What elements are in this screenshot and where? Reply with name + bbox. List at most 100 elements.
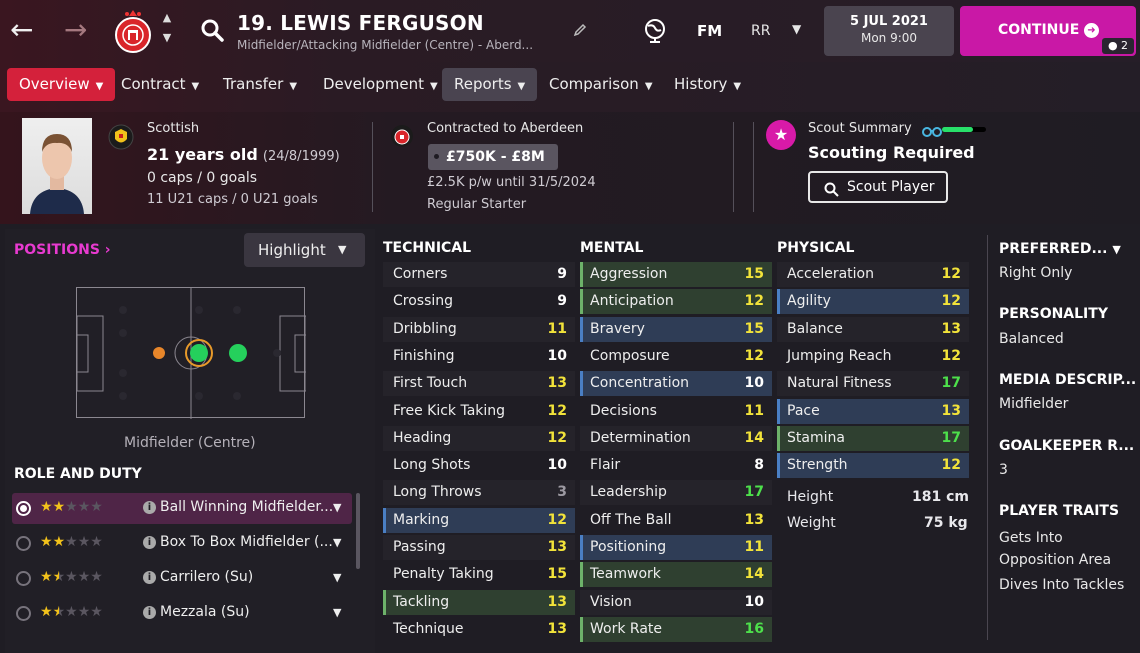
- info-icon[interactable]: i: [143, 606, 156, 619]
- attribute-label: Bravery: [590, 321, 645, 337]
- attribute-row[interactable]: Crossing 9: [383, 289, 575, 314]
- role-row[interactable]: ★★★★★ i Ball Winning Midfielder... ▼: [12, 493, 352, 524]
- highlight-dropdown[interactable]: Highlight ▼: [244, 233, 365, 267]
- attribute-row[interactable]: Jumping Reach 12: [777, 344, 969, 369]
- info-icon[interactable]: i: [143, 536, 156, 549]
- continue-arrow-icon: ➜: [1084, 23, 1099, 38]
- attribute-row[interactable]: Corners 9: [383, 262, 575, 287]
- continue-button[interactable]: CONTINUE ➜ ● 2: [960, 6, 1136, 56]
- attribute-row[interactable]: Marking 12: [383, 508, 575, 533]
- player-subtitle: Midfielder/Attacking Midfielder (Centre)…: [237, 38, 534, 52]
- role-radio[interactable]: [16, 536, 31, 551]
- attribute-row[interactable]: Balance 13: [777, 317, 969, 342]
- player-down-icon[interactable]: ▼: [160, 32, 174, 44]
- chevron-down-icon: ▼: [429, 81, 438, 92]
- tab-transfer[interactable]: Transfer ▼: [211, 68, 309, 101]
- chevron-down-icon[interactable]: ▼: [333, 501, 341, 514]
- attribute-row[interactable]: Strength 12: [777, 453, 969, 478]
- chevron-down-icon[interactable]: ▼: [792, 22, 801, 36]
- attribute-row[interactable]: Long Throws 3: [383, 480, 575, 505]
- attribute-row[interactable]: Passing 13: [383, 535, 575, 560]
- tab-overview[interactable]: Overview ▼: [7, 68, 116, 101]
- tab-comparison[interactable]: Comparison ▼: [537, 68, 665, 101]
- chevron-down-icon[interactable]: ▼: [333, 606, 341, 619]
- attribute-row[interactable]: Tackling 13: [383, 590, 575, 615]
- info-icon[interactable]: i: [143, 571, 156, 584]
- attribute-row[interactable]: Concentration 10: [580, 371, 772, 396]
- info-icon[interactable]: i: [143, 501, 156, 514]
- attribute-row[interactable]: Long Shots 10: [383, 453, 575, 478]
- role-row[interactable]: ★★★★★ i Mezzala (Su) ▼: [12, 598, 352, 629]
- attribute-value: 10: [744, 375, 764, 391]
- attribute-value: 13: [547, 539, 567, 555]
- tab-contract[interactable]: Contract ▼: [109, 68, 211, 101]
- caps: 0 caps / 0 goals: [147, 170, 258, 186]
- attribute-value: 13: [744, 512, 764, 528]
- edit-pencil-icon[interactable]: [572, 22, 588, 38]
- star-icon: ★: [90, 499, 103, 515]
- star-icon: ★: [77, 534, 91, 550]
- rr-button[interactable]: RR: [751, 23, 770, 39]
- player-up-icon[interactable]: ▲: [160, 12, 174, 24]
- globe-icon[interactable]: [643, 18, 667, 44]
- forward-arrow-icon[interactable]: →: [64, 16, 87, 44]
- positions-title[interactable]: POSITIONS ›: [14, 242, 111, 258]
- back-arrow-icon[interactable]: ←: [10, 16, 33, 44]
- attribute-row[interactable]: Composure 12: [580, 344, 772, 369]
- attribute-row[interactable]: Dribbling 11: [383, 317, 575, 342]
- chevron-down-icon: ▼: [95, 81, 104, 92]
- attribute-row[interactable]: Decisions 11: [580, 399, 772, 424]
- attribute-row[interactable]: Positioning 11: [580, 535, 772, 560]
- attribute-row[interactable]: Bravery 15: [580, 317, 772, 342]
- attribute-row[interactable]: Heading 12: [383, 426, 575, 451]
- attribute-row[interactable]: Off The Ball 13: [580, 508, 772, 533]
- scotland-flag-icon: [108, 124, 134, 154]
- date-box[interactable]: 5 JUL 2021 Mon 9:00: [824, 6, 954, 56]
- role-radio[interactable]: [16, 501, 31, 516]
- chevron-down-icon: ▼: [733, 81, 742, 92]
- attribute-row[interactable]: Free Kick Taking 12: [383, 399, 575, 424]
- attribute-value: 14: [744, 566, 764, 582]
- tab-reports[interactable]: Reports ▼: [442, 68, 538, 101]
- attribute-row[interactable]: Aggression 15: [580, 262, 772, 287]
- role-row[interactable]: ★★★★★ i Box To Box Midfielder (... ▼: [12, 528, 352, 559]
- role-radio[interactable]: [16, 571, 31, 586]
- attribute-row[interactable]: Work Rate 16: [580, 617, 772, 642]
- attribute-row[interactable]: Determination 14: [580, 426, 772, 451]
- attribute-row[interactable]: Natural Fitness 17: [777, 371, 969, 396]
- attribute-row[interactable]: Finishing 10: [383, 344, 575, 369]
- search-icon[interactable]: [200, 18, 224, 42]
- scout-player-button[interactable]: Scout Player: [808, 171, 948, 203]
- role-radio[interactable]: [16, 606, 31, 621]
- age: 21 years old: [147, 145, 258, 164]
- chevron-down-icon[interactable]: ▼: [333, 536, 341, 549]
- star-icon: ★: [65, 569, 78, 585]
- attribute-value: 13: [547, 594, 567, 610]
- tab-label: Reports: [454, 75, 512, 93]
- attribute-row[interactable]: Flair 8: [580, 453, 772, 478]
- role-row[interactable]: ★★★★★ i Carrilero (Su) ▼: [12, 563, 352, 594]
- preferred-foot-title[interactable]: PREFERRED... ▼: [999, 241, 1121, 257]
- attribute-row[interactable]: Agility 12: [777, 289, 969, 314]
- attribute-row[interactable]: Leadership 17: [580, 480, 772, 505]
- attribute-row[interactable]: First Touch 13: [383, 371, 575, 396]
- star-icon: ★: [40, 534, 53, 550]
- chevron-down-icon: ▼: [644, 81, 653, 92]
- roles-scrollbar[interactable]: [356, 493, 360, 569]
- attribute-row[interactable]: Teamwork 14: [580, 562, 772, 587]
- attribute-row[interactable]: Pace 13: [777, 399, 969, 424]
- chevron-down-icon[interactable]: ▼: [333, 571, 341, 584]
- attribute-row[interactable]: Vision 10: [580, 590, 772, 615]
- fm-button[interactable]: FM: [697, 22, 722, 40]
- attribute-label: Long Shots: [393, 457, 471, 473]
- attribute-row[interactable]: Technique 13: [383, 617, 575, 642]
- attribute-row[interactable]: Stamina 17: [777, 426, 969, 451]
- attribute-label: Balance: [787, 321, 843, 337]
- aberdeen-crest-icon[interactable]: [112, 8, 154, 53]
- player-photo: [22, 118, 92, 214]
- tab-history[interactable]: History ▼: [662, 68, 753, 101]
- attribute-row[interactable]: Acceleration 12: [777, 262, 969, 287]
- attribute-row[interactable]: Anticipation 12: [580, 289, 772, 314]
- attribute-row[interactable]: Penalty Taking 15: [383, 562, 575, 587]
- tab-development[interactable]: Development ▼: [311, 68, 450, 101]
